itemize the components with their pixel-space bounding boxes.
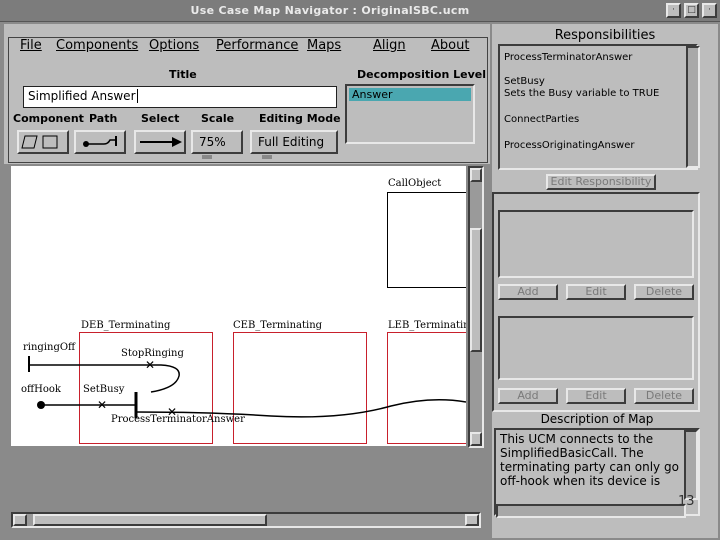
scroll-down-icon[interactable]	[470, 432, 482, 446]
path-tool-button[interactable]	[74, 130, 126, 154]
edit-button[interactable]: Edit	[566, 284, 626, 300]
delete-button[interactable]: Delete	[634, 388, 694, 404]
add-button[interactable]: Add	[498, 388, 558, 404]
edit-responsibility-button[interactable]: Edit Responsibility	[546, 174, 656, 190]
scroll-thumb[interactable]	[470, 228, 482, 352]
dropdown-icon	[202, 154, 212, 159]
right-panel: Responsibilities ProcessTerminatorAnswer…	[492, 24, 718, 538]
canvas-vertical-scrollbar[interactable]	[468, 166, 484, 448]
editing-mode-select[interactable]: Full Editing	[250, 130, 338, 159]
responsibility-item[interactable]: ProcessTerminatorAnswer	[504, 52, 632, 64]
editing-mode-label: Editing Mode	[259, 112, 341, 125]
description-horizontal-scrollbar[interactable]	[496, 504, 686, 518]
window-title: Use Case Map Navigator : OriginalSBC.ucm	[190, 4, 470, 17]
title-input[interactable]: Simplified Answer	[23, 86, 337, 108]
scroll-left-icon[interactable]	[13, 514, 27, 526]
page-number: 13	[678, 494, 695, 509]
select-label: Select	[141, 112, 180, 125]
responsibilities-list[interactable]: ProcessTerminatorAnswer SetBusy Sets the…	[498, 44, 698, 170]
list-top[interactable]	[498, 210, 694, 278]
maximize-icon[interactable]: □	[684, 3, 699, 18]
scroll-right-icon[interactable]	[465, 514, 479, 526]
scroll-up-icon[interactable]	[470, 168, 482, 182]
decomposition-label: Decomposition Level	[357, 68, 486, 81]
responsibilities-header: Responsibilities	[554, 28, 656, 43]
path-icon	[83, 136, 117, 147]
map-canvas[interactable]: CallObject DEB_Terminating CEB_Terminati…	[11, 166, 466, 446]
window-titlebar: Use Case Map Navigator : OriginalSBC.ucm…	[0, 0, 720, 22]
scale-label: Scale	[201, 112, 235, 125]
responsibility-item[interactable]: ProcessOriginatingAnswer	[504, 140, 635, 152]
add-button[interactable]: Add	[498, 284, 558, 300]
decomposition-list[interactable]: Answer	[345, 84, 475, 144]
svg-text:✕: ✕	[97, 398, 107, 412]
canvas-horizontal-scrollbar[interactable]	[11, 512, 481, 528]
list-bottom[interactable]	[498, 316, 694, 380]
minimize-icon[interactable]: ·	[666, 3, 681, 18]
ucm-paths[interactable]: ✕ ✕ ✕	[11, 166, 466, 446]
description-text[interactable]: This UCM connects to the SimplifiedBasic…	[494, 428, 700, 516]
component-shapes-icon	[21, 135, 58, 149]
arrow-icon	[140, 137, 182, 147]
description-header: Description of Map	[540, 412, 654, 426]
decomposition-item-answer[interactable]: Answer	[349, 88, 471, 101]
description-scrollbar[interactable]	[684, 430, 698, 500]
svg-text:✕: ✕	[167, 405, 177, 419]
scale-select[interactable]: 75%	[191, 130, 243, 159]
scroll-thumb[interactable]	[33, 514, 267, 526]
path-label: Path	[89, 112, 118, 125]
select-tool-button[interactable]	[134, 130, 186, 154]
component-label: Component	[13, 112, 84, 125]
responsibilities-scrollbar[interactable]	[686, 46, 700, 168]
responsibility-item[interactable]: SetBusy	[504, 76, 545, 88]
svg-text:✕: ✕	[145, 358, 155, 372]
delete-button[interactable]: Delete	[634, 284, 694, 300]
dropdown-icon	[262, 154, 272, 159]
responsibility-item[interactable]: ConnectParties	[504, 114, 579, 126]
close-icon[interactable]: ·	[702, 3, 717, 18]
canvas-corner	[470, 450, 484, 510]
title-label: Title	[169, 68, 197, 81]
edit-button[interactable]: Edit	[566, 388, 626, 404]
responsibility-desc: Sets the Busy variable to TRUE	[504, 88, 660, 99]
component-tool-button[interactable]	[17, 130, 69, 154]
